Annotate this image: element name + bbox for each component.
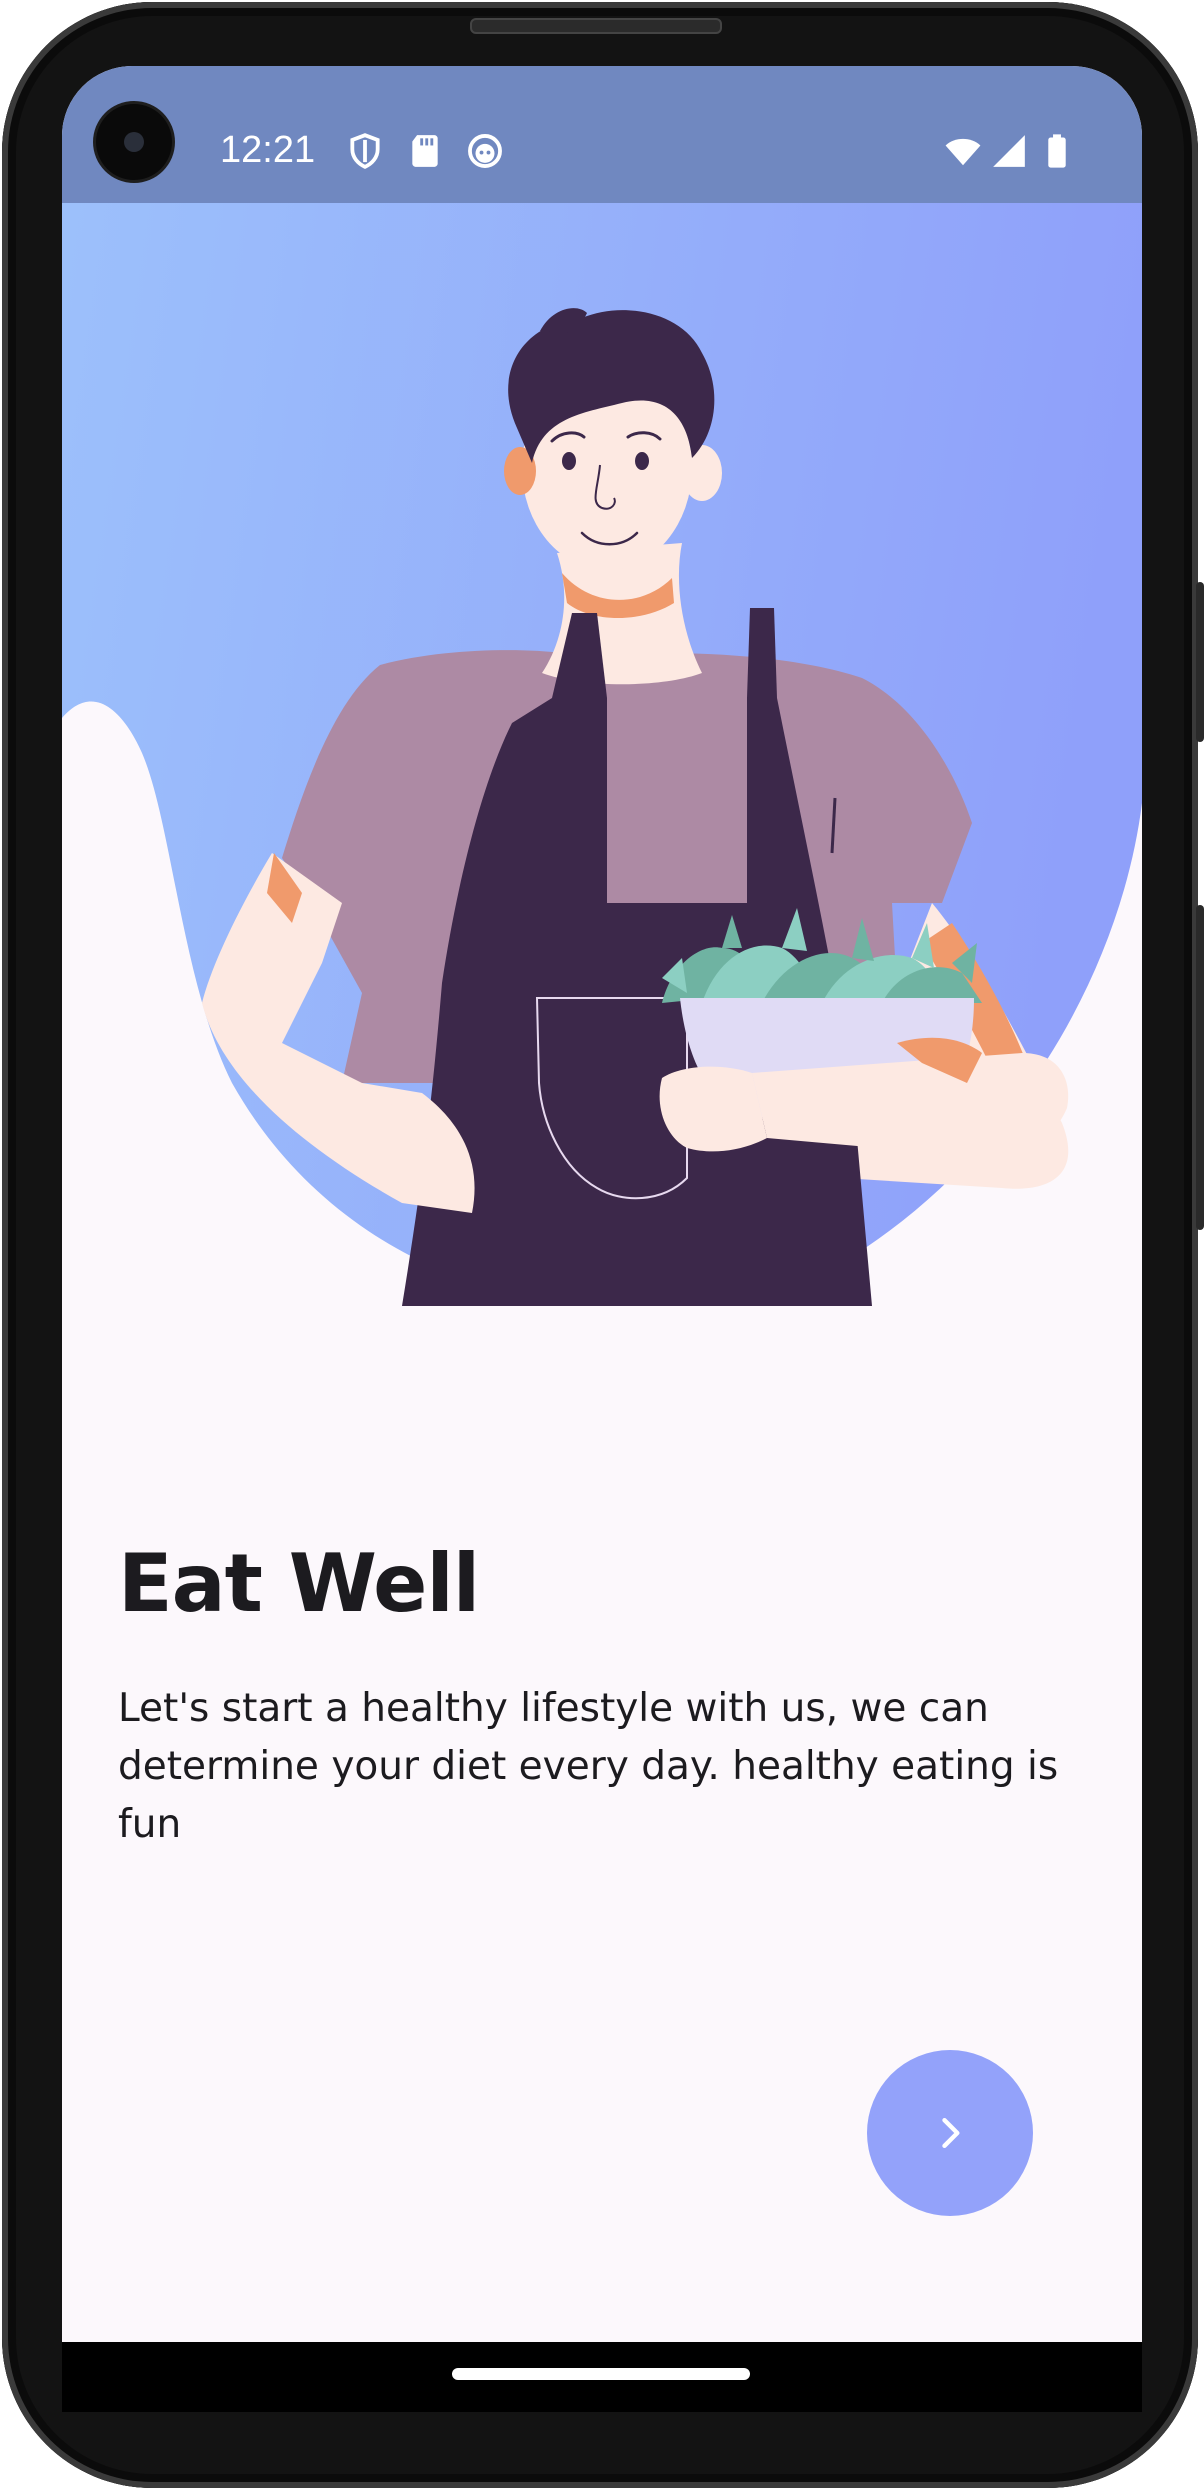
hero-illustration (62, 203, 1142, 1306)
device-stage: 12:21 Eat Well Let's start a healthy lif… (0, 0, 1204, 2491)
cell-signal-icon (993, 135, 1025, 167)
wifi-icon (945, 138, 981, 166)
chef-illustration (62, 203, 1142, 1306)
sd-card-icon (412, 135, 438, 167)
battery-icon (1048, 134, 1066, 168)
earpiece-speaker (470, 18, 722, 34)
volume-button (1196, 905, 1204, 1230)
chevron-right-icon (942, 2117, 960, 2149)
onboarding-description: Let's start a healthy lifestyle with us,… (118, 1686, 1059, 1847)
home-gesture-handle[interactable] (452, 2368, 750, 2380)
app-notification-icon (468, 134, 502, 168)
next-button[interactable] (867, 2050, 1033, 2216)
onboarding-title: Eat Well (118, 1537, 480, 1630)
status-bar: 12:21 (62, 66, 1142, 203)
status-time: 12:21 (220, 129, 316, 171)
power-button (1196, 582, 1204, 742)
vpn-shield-icon (350, 133, 380, 169)
front-camera (96, 104, 172, 180)
app-screen: 12:21 Eat Well Let's start a healthy lif… (62, 66, 1142, 2342)
